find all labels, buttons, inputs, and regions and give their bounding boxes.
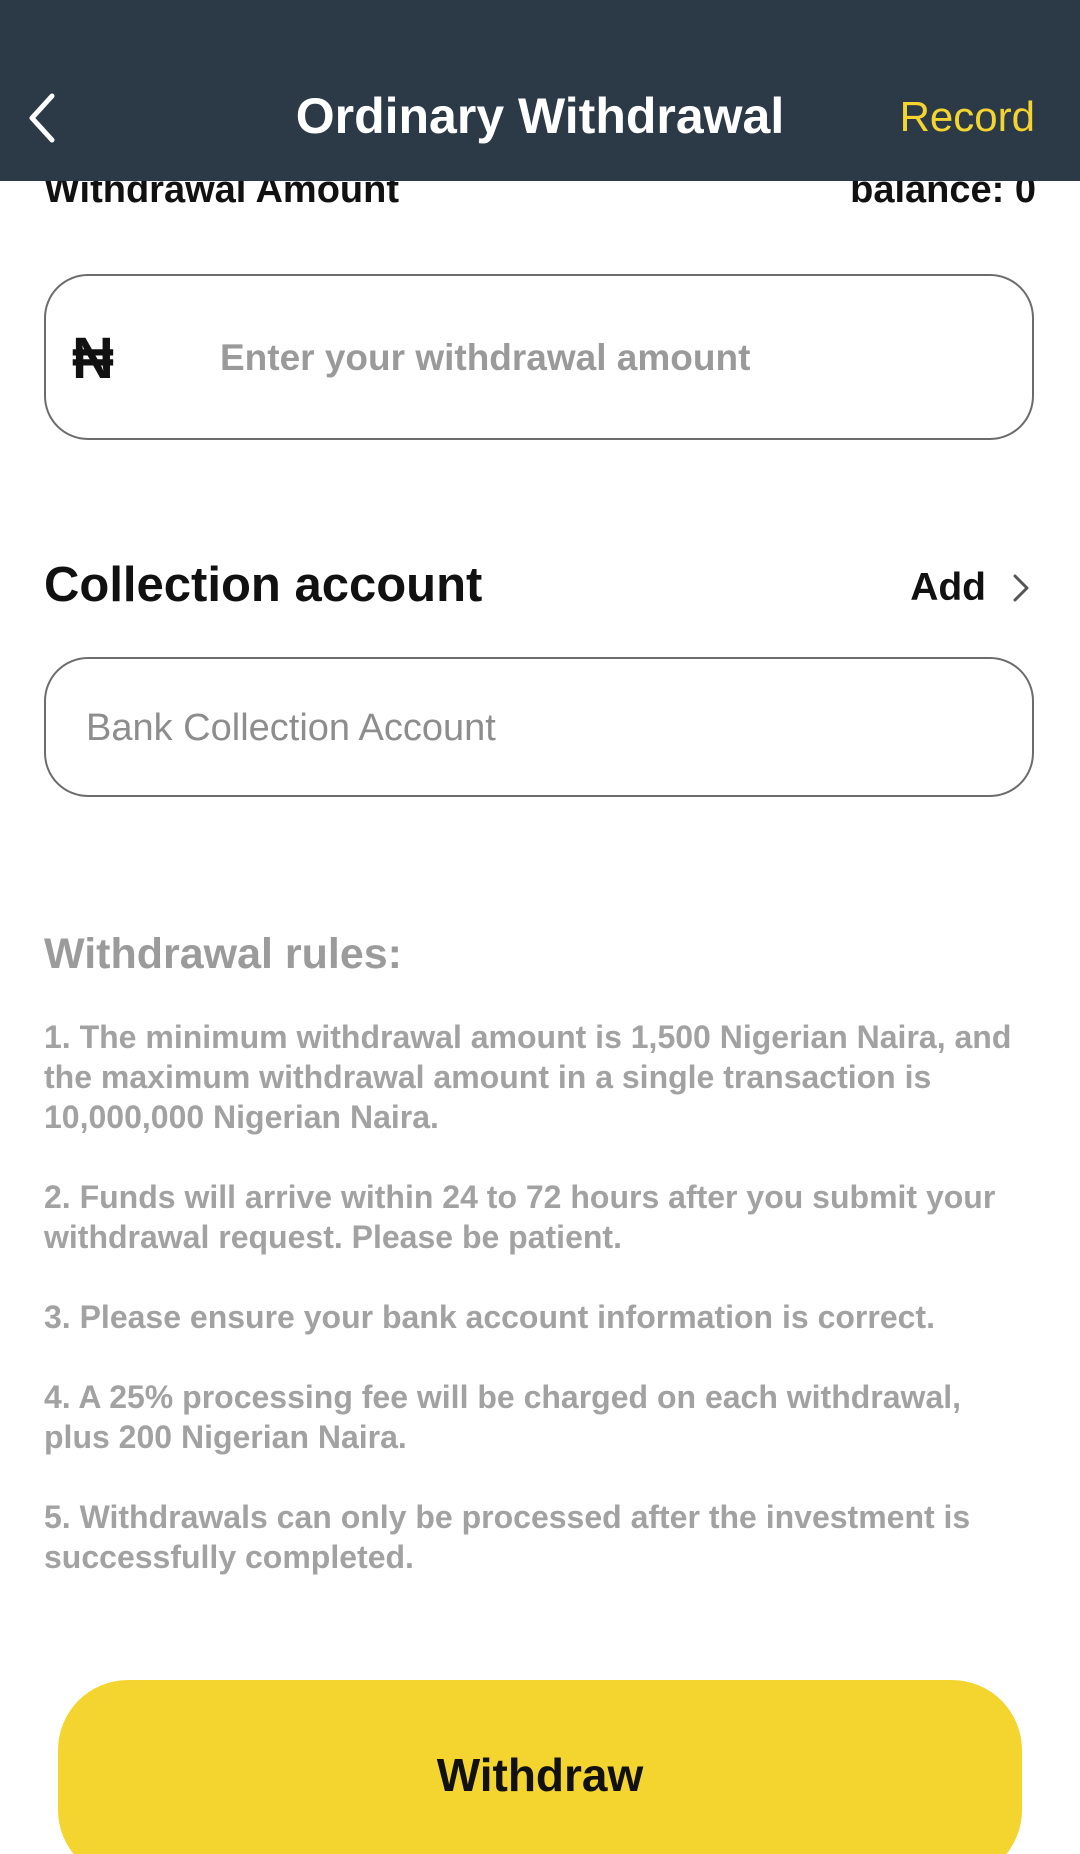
withdraw-button[interactable]: Withdraw — [58, 1680, 1022, 1854]
withdrawal-page: Withdrawal Amount balance: 0 Ordinary Wi… — [0, 0, 1080, 1854]
withdrawal-amount-field[interactable]: ₦ — [44, 274, 1034, 440]
bank-collection-account-field[interactable]: Bank Collection Account — [44, 657, 1034, 797]
withdraw-button-label: Withdraw — [436, 1749, 644, 1801]
bank-collection-account-placeholder: Bank Collection Account — [86, 707, 496, 749]
rule-item: 2. Funds will arrive within 24 to 72 hou… — [44, 1179, 996, 1255]
chevron-right-icon — [1013, 574, 1029, 602]
collection-account-title: Collection account — [44, 558, 483, 612]
rule-item: 3. Please ensure your bank account infor… — [44, 1299, 935, 1335]
rule-item: 1. The minimum withdrawal amount is 1,50… — [44, 1019, 1012, 1135]
add-account-button[interactable]: Add — [910, 560, 1030, 616]
record-link[interactable]: Record — [900, 93, 1035, 141]
withdrawal-amount-input[interactable] — [220, 316, 1000, 400]
rule-item: 4. A 25% processing fee will be charged … — [44, 1379, 962, 1455]
rule-item: 5. Withdrawals can only be processed aft… — [44, 1499, 971, 1575]
withdrawal-rules-title: Withdrawal rules: — [44, 930, 403, 978]
add-account-label: Add — [910, 566, 986, 609]
naira-currency-symbol: ₦ — [72, 326, 114, 391]
top-navigation-bar: Ordinary Withdrawal Record — [0, 0, 1080, 181]
